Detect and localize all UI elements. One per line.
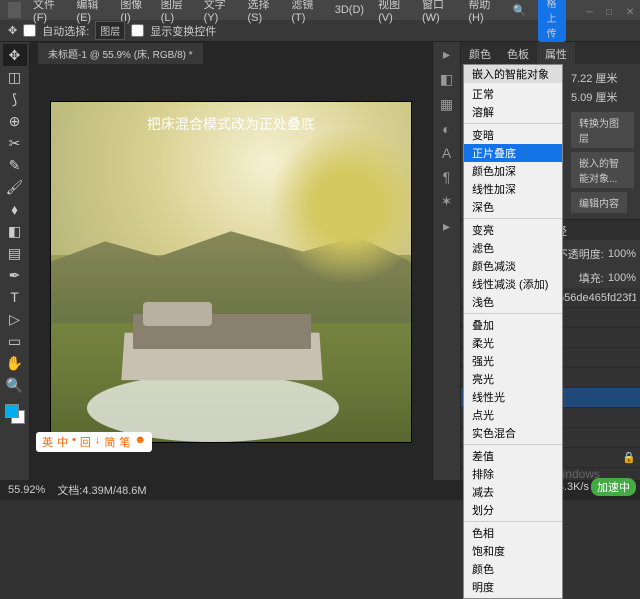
blend-linearlight[interactable]: 线性光 [464, 388, 562, 406]
auto-select-checkbox[interactable] [23, 24, 36, 37]
show-transform-checkbox[interactable] [131, 24, 144, 37]
menu-window[interactable]: 窗口(W) [416, 0, 460, 26]
fill-value[interactable]: 100% [608, 272, 636, 284]
crop-tool[interactable]: ✂ [3, 132, 27, 154]
canvas-caption: 把床混合模式改为正处叠底 [51, 114, 411, 134]
path-tool[interactable]: ▷ [3, 308, 27, 330]
char-icon[interactable]: A [442, 145, 451, 161]
hand-tool[interactable]: ✋ [3, 352, 27, 374]
blend-lineardodge[interactable]: 线性减淡 (添加) [464, 275, 562, 293]
blend-colorburn[interactable]: 颜色加深 [464, 162, 562, 180]
properties-tabs: 颜色 色板 属性 [461, 42, 640, 64]
convert-layer-button[interactable]: 转换为图层 [571, 112, 634, 148]
system-tray: 48.3K/s 加速中 [552, 478, 636, 496]
type-tool[interactable]: T [3, 286, 27, 308]
canvas[interactable]: 把床混合模式改为正处叠底 [51, 102, 411, 442]
blend-linearburn[interactable]: 线性加深 [464, 180, 562, 198]
auto-select-label: 自动选择: [42, 23, 89, 39]
blend-lightercolor[interactable]: 浅色 [464, 293, 562, 311]
tab-properties[interactable]: 属性 [537, 42, 575, 64]
para-icon[interactable]: ¶ [443, 169, 451, 185]
opacity-label: 不透明度: [557, 246, 604, 262]
blend-hardmix[interactable]: 实色混合 [464, 424, 562, 442]
blend-darken[interactable]: 变暗 [464, 126, 562, 144]
move-tool[interactable]: ✥ [3, 44, 27, 66]
menu-help[interactable]: 帮助(H) [462, 0, 504, 26]
edit-content-button[interactable]: 编辑内容 [571, 192, 627, 213]
color-swatch[interactable] [5, 404, 25, 424]
marquee-tool[interactable]: ◫ [3, 66, 27, 88]
pen-tool[interactable]: ✒ [3, 264, 27, 286]
blend-normal[interactable]: 正常 [464, 85, 562, 103]
right-panels: 颜色 色板 属性 嵌入的智能对象 正常溶解 变暗正片叠底颜色加深线性加深深色 变… [460, 42, 640, 480]
blend-saturation[interactable]: 饱和度 [464, 542, 562, 560]
blend-luminosity[interactable]: 明度 [464, 578, 562, 596]
color-icon[interactable]: ◧ [440, 71, 453, 88]
app-logo [8, 2, 21, 18]
zoom-tool[interactable]: 🔍 [3, 374, 27, 396]
document-area: 未标题-1 @ 55.9% (床, RGB/8) * 把床混合模式改为正处叠底 … [30, 42, 432, 480]
wand-tool[interactable]: ⊕ [3, 110, 27, 132]
blend-darkercolor[interactable]: 深色 [464, 198, 562, 216]
blend-header: 嵌入的智能对象 [464, 65, 562, 83]
embed-button[interactable]: 嵌入的智能对象... [571, 152, 634, 188]
eraser-tool[interactable]: ◧ [3, 220, 27, 242]
blend-difference[interactable]: 差值 [464, 447, 562, 465]
blend-hardlight[interactable]: 强光 [464, 352, 562, 370]
blend-pinlight[interactable]: 点光 [464, 406, 562, 424]
blend-vividlight[interactable]: 亮光 [464, 370, 562, 388]
menu-bar: 文件(F) 编辑(E) 图像(I) 图层(L) 文字(Y) 选择(S) 滤镜(T… [0, 0, 640, 20]
tab-swatch[interactable]: 色板 [499, 42, 537, 64]
swatches-icon[interactable]: ▦ [440, 96, 453, 113]
close-icon[interactable]: ✕ [620, 5, 632, 15]
menu-3d[interactable]: 3D(D) [329, 2, 370, 18]
auto-select-dropdown[interactable]: 图层 [95, 21, 125, 40]
shape-tool[interactable]: ▭ [3, 330, 27, 352]
zoom-level[interactable]: 55.92% [8, 484, 45, 496]
document-tab[interactable]: 未标题-1 @ 55.9% (床, RGB/8) * [38, 43, 203, 64]
menu-select[interactable]: 选择(S) [241, 0, 283, 26]
actions-icon[interactable]: ▸ [443, 218, 450, 235]
tab-color[interactable]: 颜色 [461, 42, 499, 64]
blend-subtract[interactable]: 减去 [464, 483, 562, 501]
blend-colordodge[interactable]: 颜色减淡 [464, 257, 562, 275]
opacity-value[interactable]: 100% [608, 248, 636, 260]
blend-softlight[interactable]: 柔光 [464, 334, 562, 352]
blend-mode-dropdown[interactable]: 嵌入的智能对象 正常溶解 变暗正片叠底颜色加深线性加深深色 变亮滤色颜色减淡线性… [463, 64, 563, 599]
collapsed-panels: ▸ ◧ ▦ ◐ A ¶ ✶ ▸ [432, 42, 460, 480]
move-tool-icon: ✥ [8, 24, 17, 37]
lasso-tool[interactable]: ⟆ [3, 88, 27, 110]
blend-color[interactable]: 颜色 [464, 560, 562, 578]
stamp-tool[interactable]: ⬧ [3, 198, 27, 220]
menu-filter[interactable]: 滤镜(T) [285, 0, 326, 26]
gradient-tool[interactable]: ▤ [3, 242, 27, 264]
brush-tool[interactable]: 🖌 [3, 176, 27, 198]
toolbox: ✥ ◫ ⟆ ⊕ ✂ ✎ 🖌 ⬧ ◧ ▤ ✒ T ▷ ▭ ✋ 🔍 [0, 42, 30, 480]
brush-panel-icon[interactable]: ✶ [441, 193, 453, 210]
blend-lighten[interactable]: 变亮 [464, 221, 562, 239]
minimize-icon[interactable]: ─ [580, 5, 592, 15]
adjust-icon[interactable]: ◐ [442, 121, 450, 137]
blend-screen[interactable]: 滤色 [464, 239, 562, 257]
cloud-upload-button[interactable]: 风格上传 [538, 0, 566, 42]
blend-exclusion[interactable]: 排除 [464, 465, 562, 483]
fill-label: 填充: [579, 270, 604, 286]
doc-size: 文档:4.39M/48.6M [57, 482, 146, 498]
blend-hue[interactable]: 色相 [464, 524, 562, 542]
blend-overlay[interactable]: 叠加 [464, 316, 562, 334]
search-icon[interactable]: 🔍 [507, 2, 533, 19]
blend-multiply[interactable]: 正片叠底 [464, 144, 562, 162]
ime-toolbar[interactable]: 英中•回↓简笔☻ [36, 432, 152, 452]
blend-divide[interactable]: 划分 [464, 501, 562, 519]
show-transform-label: 显示变换控件 [150, 23, 216, 39]
blend-dissolve[interactable]: 溶解 [464, 103, 562, 121]
history-icon[interactable]: ▸ [443, 46, 450, 63]
menu-view[interactable]: 视图(V) [372, 0, 414, 26]
foreground-color[interactable] [5, 404, 19, 418]
eyedropper-tool[interactable]: ✎ [3, 154, 27, 176]
lock-icon: 🔒 [622, 451, 636, 464]
document-tabs: 未标题-1 @ 55.9% (床, RGB/8) * [30, 42, 432, 64]
accel-pill[interactable]: 加速中 [591, 478, 636, 496]
maximize-icon[interactable]: □ [600, 5, 612, 15]
